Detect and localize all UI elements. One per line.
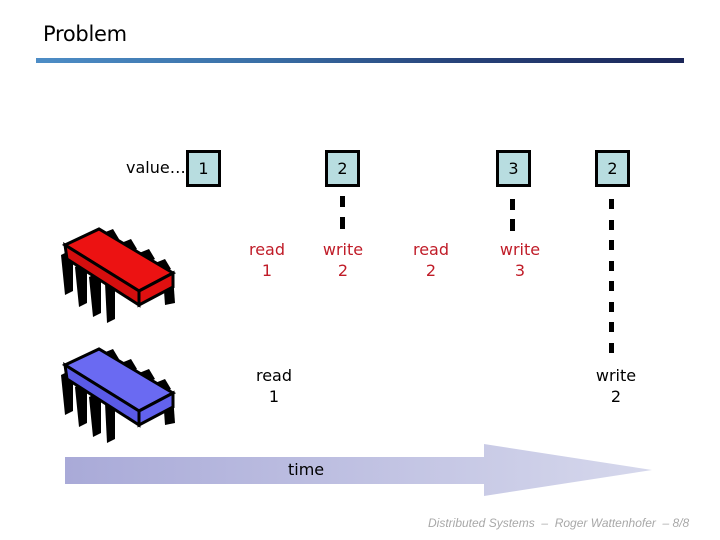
time-label: time xyxy=(288,460,325,479)
blue-chip-icon xyxy=(61,347,177,443)
diagram-graphics xyxy=(61,227,652,496)
time-arrow xyxy=(65,444,652,496)
red-chip-icon xyxy=(61,227,177,323)
slide-footer: Distributed Systems – Roger Wattenhofer … xyxy=(428,516,690,530)
